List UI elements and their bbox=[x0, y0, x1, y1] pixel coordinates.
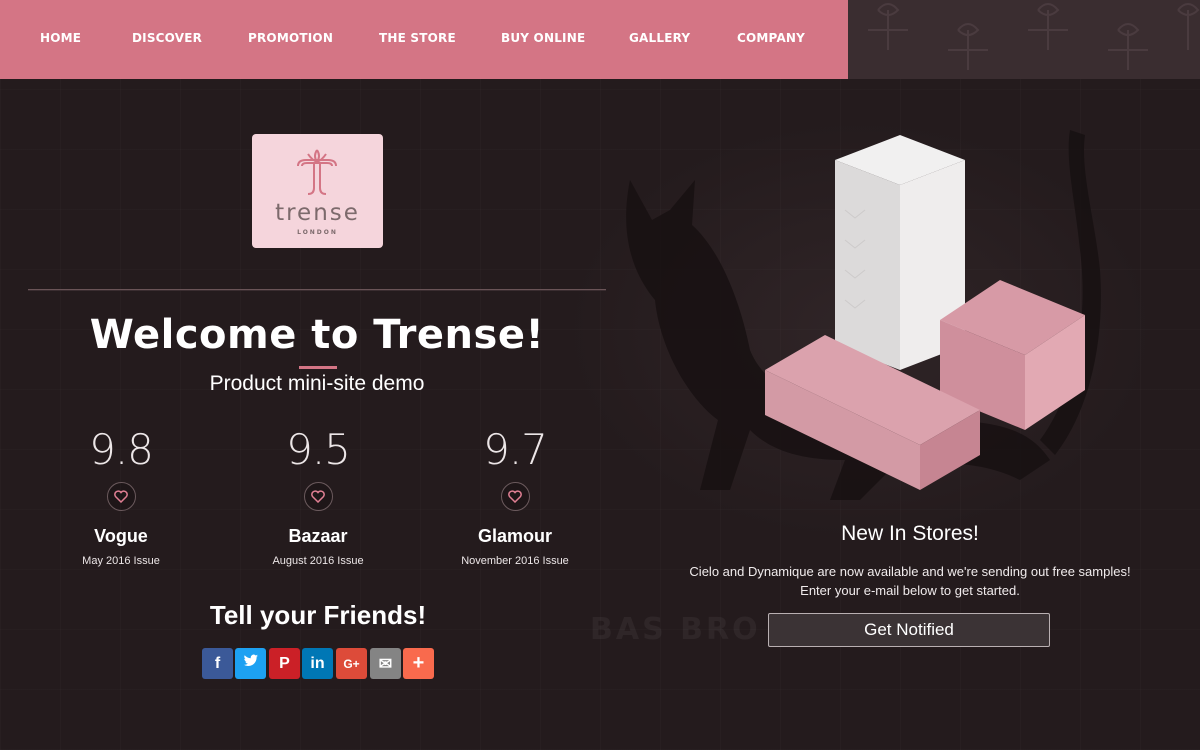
promo-line-1: Cielo and Dynamique are now available an… bbox=[689, 564, 1131, 579]
rating-score: 9.5 bbox=[286, 425, 351, 474]
more-icon: + bbox=[412, 652, 425, 674]
twitter-share-button[interactable] bbox=[235, 648, 266, 679]
like-button[interactable] bbox=[500, 482, 530, 511]
title-accent-line bbox=[299, 366, 337, 369]
logo-wordmark: trense bbox=[275, 200, 360, 226]
heart-icon bbox=[114, 490, 128, 503]
rating-magazine-name: Glamour bbox=[477, 526, 552, 546]
heart-icon bbox=[508, 490, 522, 503]
background-lettering: BAS BRO bbox=[590, 612, 761, 647]
get-notified-button[interactable]: Get Notified bbox=[768, 613, 1050, 647]
pinterest-share-button[interactable]: P bbox=[269, 648, 300, 679]
email-icon: ✉ bbox=[378, 655, 393, 673]
nav-item-gallery[interactable]: GALLERY bbox=[629, 31, 690, 45]
rating-score: 9.8 bbox=[89, 425, 154, 474]
top-navigation: HOME DISCOVER PROMOTION THE STORE BUY ON… bbox=[0, 0, 848, 79]
page-subtitle: Product mini-site demo bbox=[209, 372, 425, 395]
rating-magazine-name: Bazaar bbox=[288, 526, 348, 546]
rating-glamour: 9.7 Glamour November 2016 Issue bbox=[435, 424, 595, 567]
facebook-share-button[interactable]: f bbox=[202, 648, 233, 679]
brand-logo[interactable]: trense LONDON bbox=[252, 134, 383, 248]
promo-title: New In Stores! bbox=[841, 522, 979, 545]
rating-score: 9.7 bbox=[483, 425, 548, 474]
nav-item-company[interactable]: COMPANY bbox=[737, 31, 805, 45]
rating-issue-date: May 2016 Issue bbox=[82, 555, 160, 567]
heart-icon bbox=[311, 490, 325, 503]
facebook-icon: f bbox=[214, 654, 221, 672]
nav-item-buy-online[interactable]: BUY ONLINE bbox=[501, 31, 585, 45]
nav-item-home[interactable]: HOME bbox=[40, 31, 81, 45]
pinterest-icon: P bbox=[279, 654, 290, 672]
promo-description: Cielo and Dynamique are now available an… bbox=[620, 562, 1200, 600]
rating-bazaar: 9.5 Bazaar August 2016 Issue bbox=[238, 424, 398, 567]
rating-vogue: 9.8 Vogue May 2016 Issue bbox=[41, 424, 201, 567]
rating-magazine-name: Vogue bbox=[94, 526, 148, 546]
linkedin-share-button[interactable]: in bbox=[302, 648, 333, 679]
logo-subtitle: LONDON bbox=[297, 229, 338, 236]
more-share-button[interactable]: + bbox=[403, 648, 434, 679]
google-plus-icon: G+ bbox=[343, 656, 360, 671]
linkedin-icon: in bbox=[310, 654, 325, 672]
rating-issue-date: November 2016 Issue bbox=[461, 555, 569, 567]
page-title: Welcome to Trense! bbox=[89, 312, 545, 358]
nav-item-promotion[interactable]: PROMOTION bbox=[248, 31, 333, 45]
share-heading: Tell your Friends! bbox=[209, 600, 427, 630]
rating-issue-date: August 2016 Issue bbox=[272, 555, 364, 567]
nav-item-discover[interactable]: DISCOVER bbox=[132, 31, 202, 45]
like-button[interactable] bbox=[303, 482, 333, 511]
nav-item-the-store[interactable]: THE STORE bbox=[379, 31, 456, 45]
section-divider bbox=[28, 289, 606, 291]
google-plus-share-button[interactable]: G+ bbox=[336, 648, 367, 679]
email-share-button[interactable]: ✉ bbox=[370, 648, 401, 679]
brand-emblem-icon bbox=[297, 149, 337, 195]
hero-product-image bbox=[626, 130, 1101, 500]
nav-pattern-decoration bbox=[848, 0, 1200, 79]
like-button[interactable] bbox=[106, 482, 136, 511]
promo-line-2: Enter your e-mail below to get started. bbox=[800, 583, 1020, 598]
twitter-icon bbox=[243, 654, 259, 673]
